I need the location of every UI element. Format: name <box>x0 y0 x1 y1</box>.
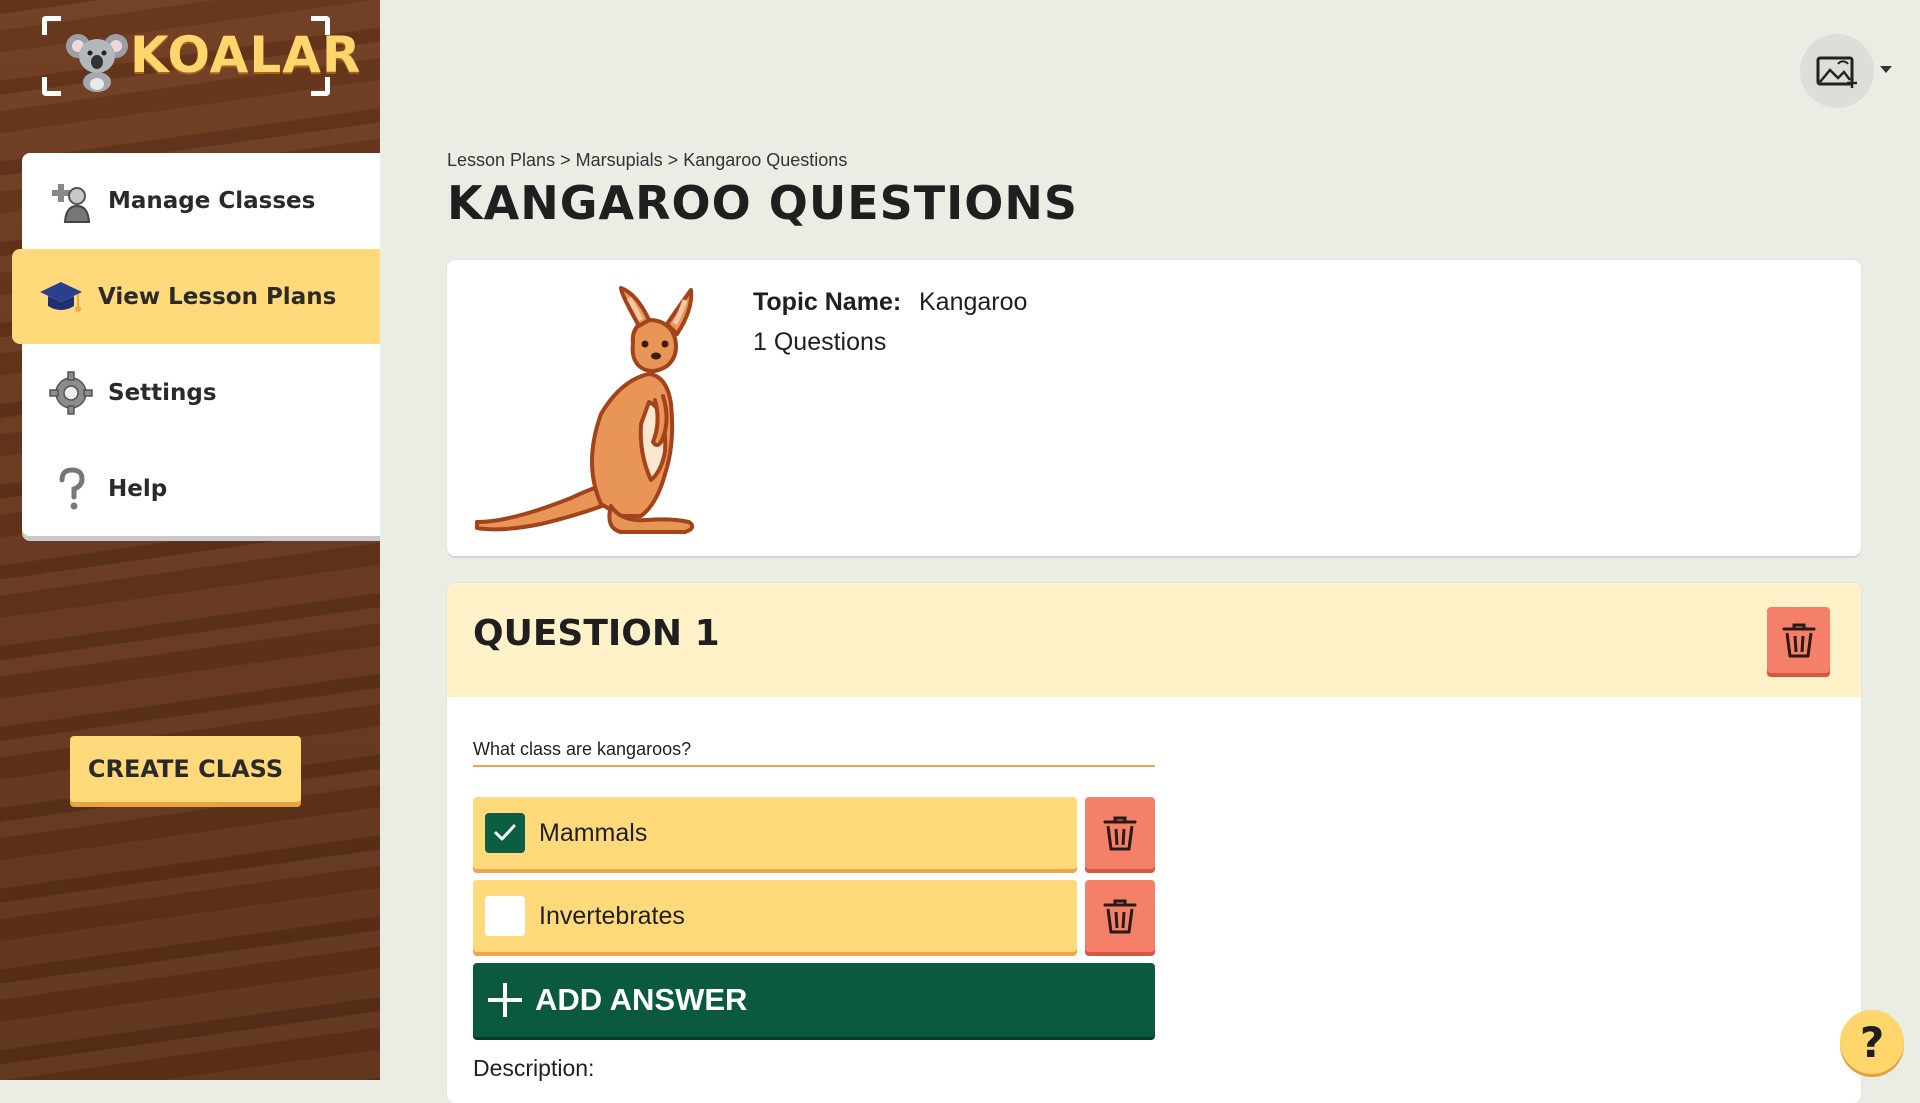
trash-icon <box>1103 899 1137 934</box>
breadcrumb-separator: > <box>667 150 679 170</box>
trash-icon <box>1782 623 1815 658</box>
sidebar-item-label: Settings <box>108 379 217 406</box>
sidebar-item-label: Help <box>108 475 168 502</box>
sidebar-item-label: Manage Classes <box>108 187 316 214</box>
answer-correct-checkbox[interactable] <box>485 813 525 853</box>
profile-avatar[interactable] <box>1800 34 1874 108</box>
question-count: 1 Questions <box>753 328 887 356</box>
question-card: QUESTION 1 Mammals <box>447 583 1861 1103</box>
help-fab-button[interactable]: ? <box>1840 1010 1904 1074</box>
koalar-logo[interactable]: KOALAR <box>42 16 360 96</box>
plus-icon <box>488 983 522 1017</box>
question-mark-icon <box>48 466 94 512</box>
topic-name-label: Topic Name: <box>753 288 902 316</box>
sidebar-item-manage-classes[interactable]: Manage Classes <box>22 153 380 248</box>
manage-classes-icon <box>48 178 94 224</box>
trash-icon <box>1103 816 1137 851</box>
question-title: QUESTION 1 <box>473 613 720 654</box>
delete-answer-button[interactable] <box>1085 880 1155 952</box>
logo-bracket <box>42 77 61 96</box>
answer-row: Invertebrates <box>473 880 1077 952</box>
breadcrumb-separator: > <box>560 150 571 170</box>
chevron-down-icon[interactable] <box>1880 66 1892 73</box>
help-fab-label: ? <box>1859 1017 1885 1067</box>
kangaroo-illustration <box>475 286 695 534</box>
create-class-button[interactable]: CREATE CLASS <box>70 736 301 802</box>
description-label: Description: <box>473 1055 595 1081</box>
question-text-input[interactable] <box>473 733 1155 767</box>
sidebar: KOALAR Manage Classes View Lesson Plans … <box>0 0 380 1080</box>
answer-text[interactable]: Invertebrates <box>539 902 685 931</box>
sidebar-item-label: View Lesson Plans <box>98 283 337 310</box>
sidebar-item-help[interactable]: Help <box>22 441 380 536</box>
breadcrumb-item: Kangaroo Questions <box>683 150 848 170</box>
check-icon <box>494 824 516 841</box>
answer-text[interactable]: Mammals <box>539 819 647 848</box>
sidebar-item-settings[interactable]: Settings <box>22 345 380 440</box>
topic-name-value: Kangaroo <box>919 288 1028 316</box>
question-header: QUESTION 1 <box>447 583 1861 697</box>
breadcrumb: Lesson Plans > Marsupials > Kangaroo Que… <box>447 150 847 171</box>
koala-icon <box>66 34 128 92</box>
sidebar-item-view-lesson-plans[interactable]: View Lesson Plans <box>12 249 380 344</box>
add-answer-button[interactable]: ADD ANSWER <box>473 963 1155 1037</box>
logo-wordmark: KOALAR <box>130 26 362 84</box>
image-add-icon <box>1816 56 1857 88</box>
sidebar-nav: Manage Classes View Lesson Plans Setting… <box>12 153 380 536</box>
add-answer-label: ADD ANSWER <box>535 982 748 1017</box>
topic-card: Topic Name: Kangaroo 1 Questions <box>447 260 1861 556</box>
answer-correct-checkbox[interactable] <box>485 896 525 936</box>
logo-bracket <box>42 16 61 35</box>
graduation-cap-icon <box>38 274 84 320</box>
breadcrumb-item[interactable]: Lesson Plans <box>447 150 555 170</box>
page-title: KANGAROO QUESTIONS <box>447 176 1078 230</box>
answer-row: Mammals <box>473 797 1077 869</box>
breadcrumb-item[interactable]: Marsupials <box>576 150 663 170</box>
delete-answer-button[interactable] <box>1085 797 1155 869</box>
gear-icon <box>48 370 94 416</box>
delete-question-button[interactable] <box>1767 607 1830 673</box>
